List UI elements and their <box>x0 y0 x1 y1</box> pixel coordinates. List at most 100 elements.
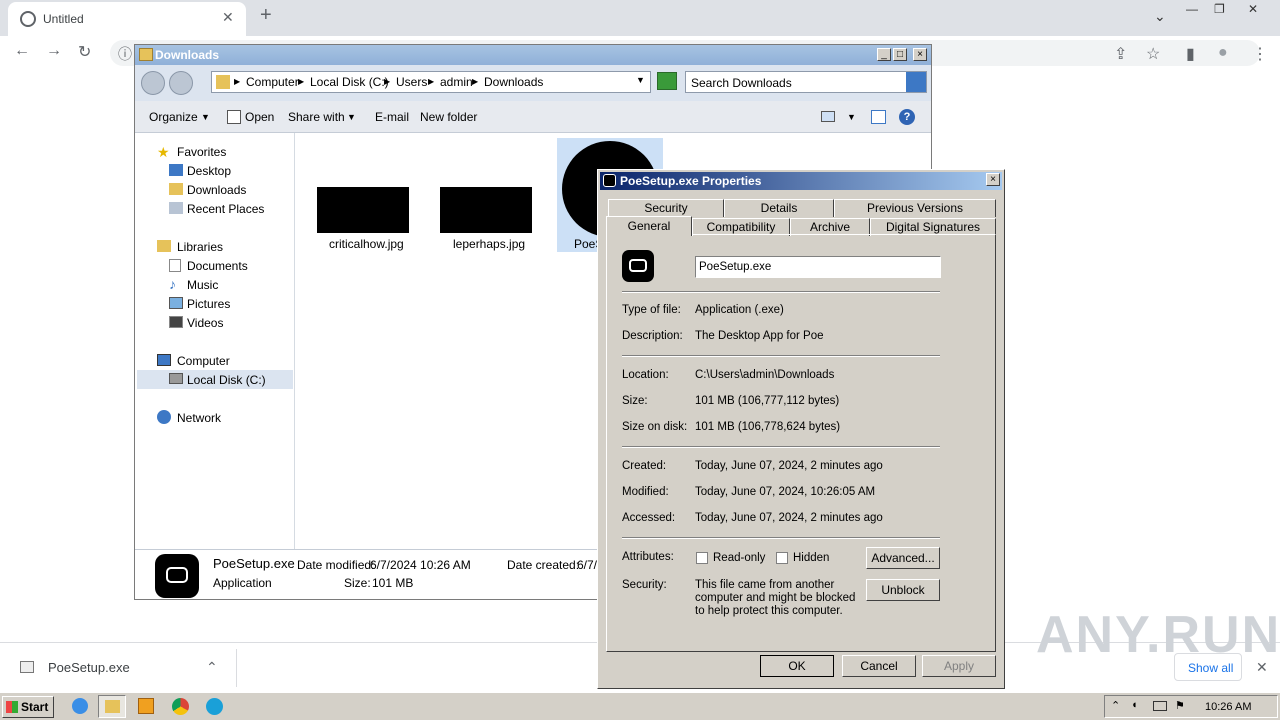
change-view-icon[interactable] <box>821 111 835 122</box>
maximize-icon[interactable]: ❐ <box>1214 2 1225 16</box>
back-icon[interactable]: ← <box>14 42 30 60</box>
taskbar-explorer-button[interactable] <box>98 695 126 718</box>
show-hidden-icons-icon[interactable]: ⌃ <box>1111 699 1120 712</box>
share-with-dropdown-icon[interactable]: ▼ <box>347 112 356 122</box>
tab-general[interactable]: General <box>606 216 692 236</box>
explorer-close-button[interactable]: × <box>913 48 927 61</box>
ok-button[interactable]: OK <box>760 655 834 677</box>
share-with-button[interactable]: Share with <box>288 110 345 124</box>
globe-icon <box>20 11 36 27</box>
nav-downloads[interactable]: Downloads <box>187 183 246 197</box>
explorer-maximize-button[interactable]: □ <box>893 48 907 61</box>
view-dropdown-icon[interactable]: ▼ <box>847 112 856 122</box>
breadcrumb-item[interactable]: Downloads <box>484 75 543 89</box>
email-button[interactable]: E-mail <box>375 110 409 124</box>
breadcrumb-separator-icon[interactable]: ▶ <box>384 77 390 86</box>
site-info-icon[interactable]: ⓘ <box>118 44 132 64</box>
download-item-name[interactable]: PoeSetup.exe <box>48 660 130 675</box>
security-text: This file came from another computer and… <box>695 579 856 617</box>
hidden-checkbox[interactable] <box>776 552 788 564</box>
forward-icon[interactable]: → <box>46 42 62 60</box>
security-label: Security: <box>622 579 667 591</box>
tab-search-chevron-icon[interactable]: ⌄ <box>1154 8 1166 25</box>
nav-music[interactable]: Music <box>187 278 218 292</box>
back-button[interactable] <box>141 71 165 95</box>
start-button[interactable]: Start <box>2 696 54 718</box>
readonly-checkbox[interactable] <box>696 552 708 564</box>
window-close-icon[interactable]: ✕ <box>1248 2 1258 16</box>
filename-field[interactable]: PoeSetup.exe <box>695 256 941 278</box>
minimize-icon[interactable]: — <box>1186 2 1198 16</box>
profile-icon[interactable]: ● <box>1218 44 1228 62</box>
nav-network[interactable]: Network <box>177 411 221 425</box>
breadcrumb-item[interactable]: Computer <box>246 75 299 89</box>
advanced-label: Advanced... <box>871 551 935 565</box>
cancel-button[interactable]: Cancel <box>842 655 916 677</box>
nav-desktop[interactable]: Desktop <box>187 164 231 178</box>
reload-icon[interactable]: ↻ <box>78 42 91 62</box>
tab-previous-versions[interactable]: Previous Versions <box>834 199 996 217</box>
browser-tab[interactable]: Untitled ✕ <box>8 2 246 36</box>
breadcrumb-separator-icon[interactable]: ▶ <box>298 77 304 86</box>
breadcrumb-separator-icon[interactable]: ▶ <box>472 77 478 86</box>
clock[interactable]: 10:26 AM <box>1205 701 1251 713</box>
search-icon[interactable] <box>906 72 926 92</box>
unblock-button[interactable]: Unblock <box>866 579 940 601</box>
breadcrumb-separator-icon[interactable]: ▶ <box>234 77 240 86</box>
edge-icon[interactable] <box>206 698 223 715</box>
file-thumbnail[interactable] <box>440 187 532 233</box>
network-status-icon[interactable] <box>1153 701 1167 711</box>
refresh-icon[interactable] <box>657 72 677 90</box>
share-icon[interactable]: ⇪ <box>1114 44 1127 64</box>
nav-videos[interactable]: Videos <box>187 316 223 330</box>
properties-close-button[interactable]: × <box>986 173 1000 186</box>
new-folder-button[interactable]: New folder <box>420 110 477 124</box>
nav-pictures[interactable]: Pictures <box>187 297 230 311</box>
recent-places-icon <box>169 202 183 214</box>
file-name[interactable]: leperhaps.jpg <box>453 237 525 251</box>
open-button[interactable]: Open <box>245 110 274 124</box>
side-panel-icon[interactable]: ▮ <box>1186 44 1195 64</box>
nav-documents[interactable]: Documents <box>187 259 248 273</box>
nav-local-disk[interactable]: Local Disk (C:) <box>187 373 266 387</box>
nav-recent-places[interactable]: Recent Places <box>187 202 264 216</box>
breadcrumb-dropdown-icon[interactable]: ▼ <box>636 75 645 85</box>
apply-button[interactable]: Apply <box>922 655 996 677</box>
tab-details[interactable]: Details <box>724 199 834 217</box>
organize-dropdown-icon[interactable]: ▼ <box>201 112 210 122</box>
separator <box>622 355 940 357</box>
forward-button[interactable] <box>169 71 193 95</box>
advanced-button[interactable]: Advanced... <box>866 547 940 569</box>
general-tab-panel: PoeSetup.exe Type of file: Application (… <box>606 234 996 652</box>
action-center-flag-icon[interactable]: ⚑ <box>1175 699 1185 712</box>
drive-icon <box>169 373 183 384</box>
download-options-icon[interactable]: ⌃ <box>206 659 218 676</box>
breadcrumb-item[interactable]: Users <box>396 75 427 89</box>
file-thumbnail[interactable] <box>317 187 409 233</box>
internet-explorer-icon[interactable] <box>72 698 88 714</box>
new-tab-icon[interactable]: + <box>260 4 272 27</box>
network-icon <box>157 410 171 424</box>
search-input[interactable]: Search Downloads <box>685 71 927 93</box>
nav-favorites[interactable]: Favorites <box>177 145 226 159</box>
menu-icon[interactable]: ⋮ <box>1252 44 1268 64</box>
help-icon[interactable]: ? <box>899 109 915 125</box>
media-player-icon[interactable] <box>138 698 154 714</box>
nav-libraries[interactable]: Libraries <box>177 240 223 254</box>
tab-close-icon[interactable]: ✕ <box>222 9 234 26</box>
bookmark-star-icon[interactable]: ☆ <box>1146 44 1160 64</box>
breadcrumb[interactable]: Computer Local Disk (C:) Users admin Dow… <box>211 71 651 93</box>
tab-security[interactable]: Security <box>608 199 724 217</box>
watermark-logo: ANY.RUN <box>1036 606 1280 664</box>
breadcrumb-item[interactable]: Local Disk (C:) <box>310 75 389 89</box>
file-name[interactable]: criticalhow.jpg <box>329 237 404 251</box>
explorer-minimize-button[interactable]: _ <box>877 48 891 61</box>
nav-computer[interactable]: Computer <box>177 354 230 368</box>
folder-icon <box>105 700 120 713</box>
chrome-icon[interactable] <box>172 698 189 715</box>
volume-icon[interactable]: ◖ <box>1131 699 1138 711</box>
preview-pane-icon[interactable] <box>871 110 886 124</box>
breadcrumb-item[interactable]: admin <box>440 75 473 89</box>
organize-button[interactable]: Organize <box>149 110 198 124</box>
breadcrumb-separator-icon[interactable]: ▶ <box>428 77 434 86</box>
